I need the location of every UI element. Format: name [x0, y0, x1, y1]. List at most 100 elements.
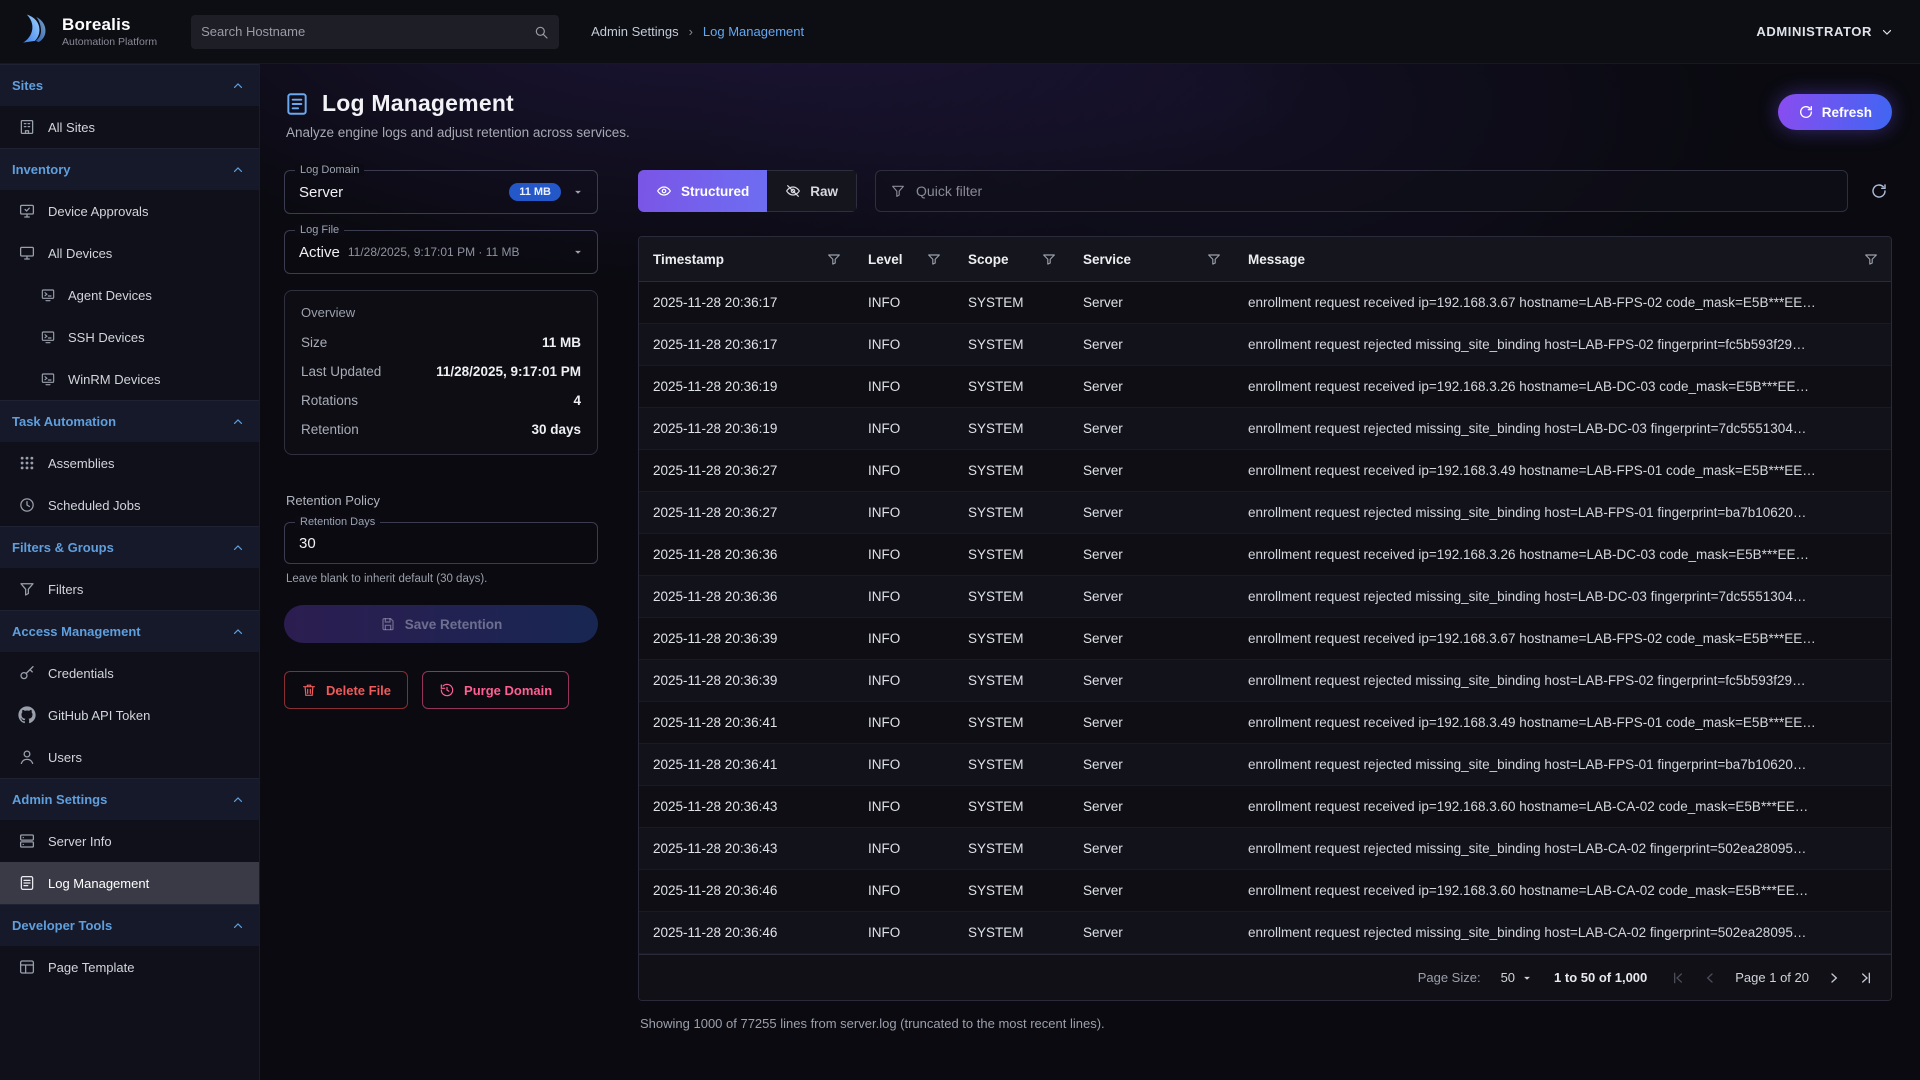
log-domain-select[interactable]: Log Domain Server 11 MB — [284, 170, 598, 214]
column-filter-icon[interactable] — [926, 251, 942, 267]
table-row[interactable]: 2025-11-28 20:36:36 INFO SYSTEM Server e… — [639, 534, 1891, 576]
column-filter-icon[interactable] — [1206, 251, 1222, 267]
retention-days-input[interactable] — [299, 535, 583, 552]
cell-timestamp: 2025-11-28 20:36:41 — [639, 715, 854, 730]
user-menu-button[interactable]: ADMINISTRATOR — [1756, 24, 1894, 39]
chevron-up-icon — [231, 625, 245, 639]
quick-filter-input[interactable] — [916, 183, 1833, 199]
table-row[interactable]: 2025-11-28 20:36:41 INFO SYSTEM Server e… — [639, 744, 1891, 786]
sidebar-section-developer-tools[interactable]: Developer Tools — [0, 904, 259, 946]
next-page-button[interactable] — [1823, 967, 1845, 989]
overview-row-last-updated: Last Updated 11/28/2025, 9:17:01 PM — [301, 357, 581, 386]
table-row[interactable]: 2025-11-28 20:36:43 INFO SYSTEM Server e… — [639, 786, 1891, 828]
brand: Borealis Automation Platform — [14, 9, 157, 54]
table-row[interactable]: 2025-11-28 20:36:19 INFO SYSTEM Server e… — [639, 366, 1891, 408]
sidebar-item-users[interactable]: Users — [0, 736, 259, 778]
sidebar-item-all-devices[interactable]: All Devices — [0, 232, 259, 274]
funnel-icon — [18, 580, 36, 598]
sidebar-item-assemblies[interactable]: Assemblies — [0, 442, 259, 484]
cell-scope: SYSTEM — [954, 631, 1069, 646]
breadcrumb-separator: › — [689, 24, 693, 39]
structured-mode-button[interactable]: Structured — [638, 170, 767, 212]
cell-message: enrollment request rejected missing_site… — [1234, 505, 1891, 520]
sidebar-section-admin-settings[interactable]: Admin Settings — [0, 778, 259, 820]
grid-dots-icon — [18, 454, 36, 472]
column-header-timestamp: Timestamp — [639, 237, 854, 281]
overview-row-retention: Retention 30 days — [301, 415, 581, 444]
table-row[interactable]: 2025-11-28 20:36:17 INFO SYSTEM Server e… — [639, 282, 1891, 324]
sidebar-item-ssh-devices[interactable]: SSH Devices — [0, 316, 259, 358]
table-row[interactable]: 2025-11-28 20:36:27 INFO SYSTEM Server e… — [639, 450, 1891, 492]
sidebar-item-label: Credentials — [48, 666, 114, 681]
refresh-label: Refresh — [1822, 105, 1872, 120]
sidebar-item-scheduled-jobs[interactable]: Scheduled Jobs — [0, 484, 259, 526]
save-retention-button[interactable]: Save Retention — [284, 605, 598, 643]
raw-mode-button[interactable]: Raw — [767, 170, 857, 212]
sidebar-item-log-management[interactable]: Log Management — [0, 862, 259, 904]
log-file-select[interactable]: Log File Active 11/28/2025, 9:17:01 PM ·… — [284, 230, 598, 274]
table-row[interactable]: 2025-11-28 20:36:19 INFO SYSTEM Server e… — [639, 408, 1891, 450]
column-filter-icon[interactable] — [826, 251, 842, 267]
breadcrumb-current[interactable]: Log Management — [703, 24, 804, 39]
log-table: Timestamp Level Scope Service — [638, 236, 1892, 1001]
column-filter-icon[interactable] — [1041, 251, 1057, 267]
delete-file-button[interactable]: Delete File — [284, 671, 408, 709]
sidebar-item-winrm-devices[interactable]: WinRM Devices — [0, 358, 259, 400]
sidebar-item-server-info[interactable]: Server Info — [0, 820, 259, 862]
log-viewer-panel: Structured Raw — [638, 170, 1892, 1031]
refresh-button[interactable]: Refresh — [1778, 94, 1892, 130]
table-row[interactable]: 2025-11-28 20:36:36 INFO SYSTEM Server e… — [639, 576, 1891, 618]
table-row[interactable]: 2025-11-28 20:36:46 INFO SYSTEM Server e… — [639, 912, 1891, 954]
cell-timestamp: 2025-11-28 20:36:46 — [639, 925, 854, 940]
cell-service: Server — [1069, 715, 1234, 730]
purge-domain-button[interactable]: Purge Domain — [422, 671, 569, 709]
table-refresh-button[interactable] — [1866, 178, 1892, 204]
chevron-up-icon — [231, 79, 245, 93]
cell-level: INFO — [854, 295, 954, 310]
table-row[interactable]: 2025-11-28 20:36:43 INFO SYSTEM Server e… — [639, 828, 1891, 870]
sidebar-item-all-sites[interactable]: All Sites — [0, 106, 259, 148]
sidebar-section-filters-groups[interactable]: Filters & Groups — [0, 526, 259, 568]
sidebar-item-github-api-token[interactable]: GitHub API Token — [0, 694, 259, 736]
sidebar-section-inventory[interactable]: Inventory — [0, 148, 259, 190]
table-pagination: Page Size: 50 1 to 50 of 1,000 — [639, 954, 1891, 1000]
sidebar-item-agent-devices[interactable]: Agent Devices — [0, 274, 259, 316]
hostname-search — [191, 15, 559, 49]
column-filter-icon[interactable] — [1863, 251, 1879, 267]
table-row[interactable]: 2025-11-28 20:36:41 INFO SYSTEM Server e… — [639, 702, 1891, 744]
trash-icon — [301, 682, 317, 698]
sidebar-section-access-management[interactable]: Access Management — [0, 610, 259, 652]
search-icon — [533, 24, 549, 40]
table-row[interactable]: 2025-11-28 20:36:27 INFO SYSTEM Server e… — [639, 492, 1891, 534]
cell-timestamp: 2025-11-28 20:36:46 — [639, 883, 854, 898]
cell-scope: SYSTEM — [954, 715, 1069, 730]
sidebar-section-task-automation[interactable]: Task Automation — [0, 400, 259, 442]
first-page-button[interactable] — [1667, 967, 1689, 989]
cell-message: enrollment request received ip=192.168.3… — [1234, 295, 1891, 310]
cell-timestamp: 2025-11-28 20:36:36 — [639, 589, 854, 604]
sidebar-item-filters[interactable]: Filters — [0, 568, 259, 610]
breadcrumb-parent[interactable]: Admin Settings — [591, 24, 678, 39]
last-page-button[interactable] — [1855, 967, 1877, 989]
table-row[interactable]: 2025-11-28 20:36:39 INFO SYSTEM Server e… — [639, 660, 1891, 702]
page-size-select[interactable]: 50 — [1501, 970, 1534, 985]
sidebar-section-sites[interactable]: Sites — [0, 64, 259, 106]
cell-scope: SYSTEM — [954, 673, 1069, 688]
sidebar-item-label: All Devices — [48, 246, 112, 261]
table-row[interactable]: 2025-11-28 20:36:39 INFO SYSTEM Server e… — [639, 618, 1891, 660]
table-row[interactable]: 2025-11-28 20:36:17 INFO SYSTEM Server e… — [639, 324, 1891, 366]
cell-timestamp: 2025-11-28 20:36:43 — [639, 841, 854, 856]
cell-level: INFO — [854, 421, 954, 436]
table-row[interactable]: 2025-11-28 20:36:46 INFO SYSTEM Server e… — [639, 870, 1891, 912]
previous-page-button[interactable] — [1699, 967, 1721, 989]
sidebar-item-device-approvals[interactable]: Device Approvals — [0, 190, 259, 232]
page-subtitle: Analyze engine logs and adjust retention… — [286, 125, 630, 140]
user-icon — [18, 748, 36, 766]
cell-scope: SYSTEM — [954, 337, 1069, 352]
cell-service: Server — [1069, 295, 1234, 310]
sidebar-item-page-template[interactable]: Page Template — [0, 946, 259, 988]
sidebar-item-credentials[interactable]: Credentials — [0, 652, 259, 694]
section-label: Inventory — [12, 162, 71, 177]
cell-scope: SYSTEM — [954, 925, 1069, 940]
search-input[interactable] — [201, 24, 525, 39]
